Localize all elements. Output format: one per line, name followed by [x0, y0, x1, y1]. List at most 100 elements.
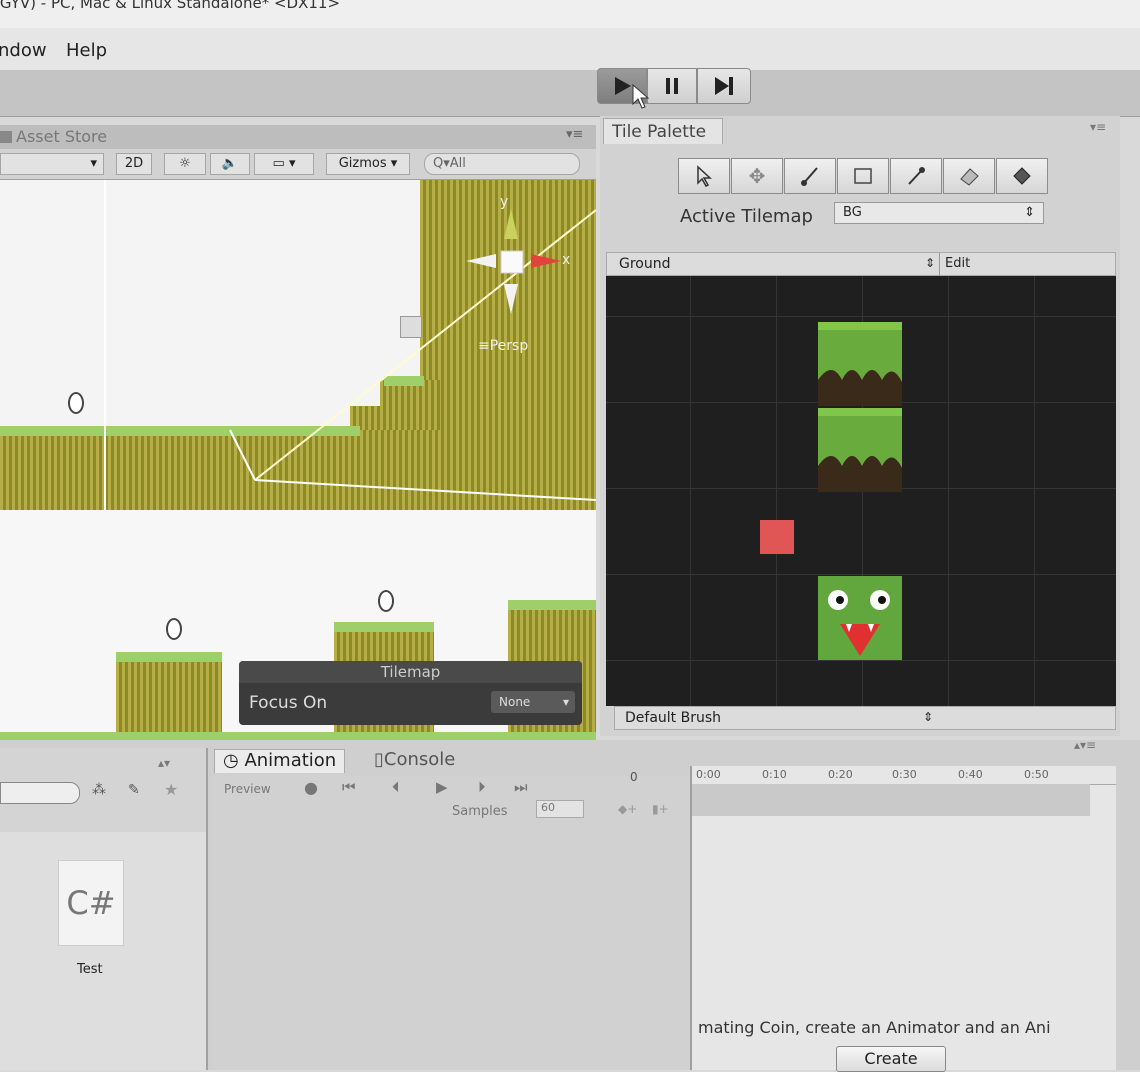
select-tool-button[interactable] [678, 158, 730, 194]
window-titlebar: (GYV) - PC, Mac & Linux Standalone* <DX1… [0, 0, 1140, 28]
samples-label: Samples [452, 804, 508, 819]
brush-name: Default Brush [625, 710, 722, 726]
add-event-button[interactable]: ▮+ [652, 802, 669, 816]
lighting-toggle[interactable]: ☼ [164, 153, 206, 175]
asset-store-label: Asset Store [16, 127, 108, 146]
image-icon: ▭ [272, 156, 285, 171]
timeline-ruler: 0:00 0:10 0:20 0:30 0:40 0:50 [692, 766, 1116, 785]
overlay-title: Tilemap [239, 661, 582, 683]
panel-menu-icon[interactable]: ▾≡ [1090, 120, 1106, 134]
chevron-down-icon: ▾ [562, 695, 569, 709]
persp-text: Persp [489, 338, 529, 354]
play-anim-button[interactable]: ▶ [436, 778, 448, 796]
step-button[interactable] [697, 68, 751, 104]
store-icon [0, 131, 12, 143]
menu-bar: ndow Help [0, 28, 1140, 71]
panel-menu-icon[interactable]: ▴▾≡ [1074, 738, 1096, 752]
add-keyframe-button[interactable]: ◆+ [618, 802, 637, 816]
timeline-tick: 0:10 [762, 768, 787, 781]
tab-tile-palette[interactable]: Tile Palette [603, 118, 723, 144]
gizmo-y-label: y [500, 194, 509, 210]
scene-search-input[interactable]: Q▾All [424, 153, 580, 175]
divider [939, 253, 940, 277]
chevron-down-icon: ⇕ [1024, 205, 1035, 220]
palette-grid[interactable] [606, 276, 1116, 706]
prev-frame-button[interactable]: ⏴ [392, 778, 400, 796]
tilemap-focus-overlay: Tilemap Focus On None ▾ [239, 661, 582, 725]
timeline-tick: 0:20 [828, 768, 853, 781]
grass-tile[interactable] [818, 322, 902, 406]
preview-toggle[interactable]: Preview [224, 782, 271, 796]
search-placeholder: All [449, 156, 466, 171]
first-frame-button[interactable]: ⏮ [342, 778, 356, 796]
animation-tab-label: Animation [244, 750, 337, 771]
move-icon: ✥ [748, 164, 766, 188]
fill-icon [1013, 167, 1031, 185]
create-button[interactable]: Create [836, 1046, 946, 1072]
scene-view[interactable]: y x ≡Persp [0, 180, 596, 740]
chevron-down-icon: ⇕ [925, 256, 936, 270]
focus-on-label: Focus On [249, 693, 328, 713]
panel-lock-icon[interactable]: ▴▾ [158, 756, 170, 770]
menu-help[interactable]: Help [66, 40, 107, 61]
frame-field[interactable]: 0 [630, 770, 638, 784]
effects-dropdown[interactable]: ▭ ▾ [254, 153, 314, 175]
last-frame-button[interactable]: ⏭ [514, 778, 528, 796]
toggle-2d-button[interactable]: 2D [116, 153, 152, 175]
timeline-tick: 0:00 [696, 768, 721, 781]
csharp-icon: C# [66, 884, 116, 922]
focus-on-value: None [499, 695, 531, 709]
gizmo-x-label: x [562, 252, 571, 268]
sun-icon: ☼ [179, 156, 191, 171]
console-tab-label: Console [383, 749, 456, 770]
timeline-tick: 0:40 [958, 768, 983, 781]
favorite-star-icon[interactable]: ★ [164, 780, 178, 799]
box-fill-icon [854, 168, 872, 184]
filter-label-icon[interactable]: ✎ [128, 782, 140, 798]
console-icon: ▯ [374, 749, 384, 770]
menu-window[interactable]: ndow [0, 40, 47, 61]
paint-tool-button[interactable] [784, 158, 836, 194]
brush-selector[interactable]: Default Brush ⇕ [614, 706, 1116, 730]
gizmos-dropdown[interactable]: Gizmos ▾ [326, 153, 410, 175]
animation-timeline[interactable]: 0:00 0:10 0:20 0:30 0:40 0:50 mating Coi… [690, 766, 1116, 1072]
project-search-input[interactable] [0, 782, 80, 804]
tab-animation[interactable]: ◷ Animation [214, 749, 346, 773]
tab-asset-store[interactable]: Asset Store [0, 127, 107, 146]
filter-type-icon[interactable]: ⁂ [92, 782, 106, 798]
mouse-cursor-icon [632, 84, 650, 109]
fill-tool-button[interactable] [996, 158, 1048, 194]
panel-menu-icon[interactable]: ▾≡ [566, 127, 583, 142]
script-asset[interactable]: C# [58, 860, 124, 946]
focus-on-dropdown[interactable]: None ▾ [491, 691, 575, 713]
palette-selector[interactable]: Ground ⇕ Edit [606, 252, 1116, 277]
active-tilemap-dropdown[interactable]: BG ⇕ [834, 202, 1044, 224]
audio-toggle[interactable]: 🔈 [210, 153, 250, 175]
red-tile[interactable] [760, 520, 794, 554]
eraser-icon [960, 168, 979, 186]
persp-label[interactable]: ≡Persp [478, 338, 528, 354]
pause-button[interactable] [647, 68, 697, 104]
samples-input[interactable]: 60 [536, 800, 584, 818]
active-tilemap-label: Active Tilemap [680, 206, 813, 227]
asset-name: Test [77, 962, 103, 977]
active-tilemap-value: BG [843, 205, 862, 220]
grass-tile[interactable] [818, 408, 902, 492]
move-tool-button[interactable]: ✥ [731, 158, 783, 194]
eraser-tool-button[interactable] [943, 158, 995, 194]
window-title: (GYV) - PC, Mac & Linux Standalone* <DX1… [0, 0, 341, 12]
scene-gizmo[interactable] [456, 194, 576, 324]
shading-mode-dropdown[interactable]: ▾ [0, 153, 104, 175]
next-frame-button[interactable]: ⏵ [478, 778, 486, 796]
record-button[interactable]: ● [304, 778, 318, 797]
play-icon [615, 77, 631, 95]
tab-console[interactable]: ▯Console [366, 749, 463, 773]
picker-icon [908, 167, 925, 185]
edit-palette-button[interactable]: Edit [945, 256, 970, 271]
monster-tile[interactable] [818, 576, 902, 660]
samples-value: 60 [541, 801, 555, 814]
pause-icon [666, 78, 678, 94]
box-fill-tool-button[interactable] [837, 158, 889, 194]
picker-tool-button[interactable] [890, 158, 942, 194]
project-assets-grid: C# Test [0, 832, 206, 1070]
